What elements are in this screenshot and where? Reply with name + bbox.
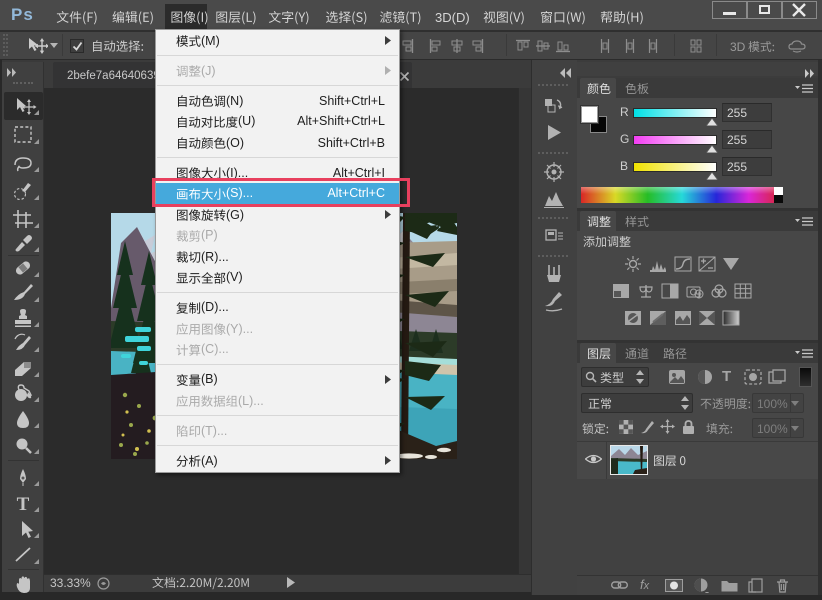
svg-text:T: T	[17, 494, 30, 513]
